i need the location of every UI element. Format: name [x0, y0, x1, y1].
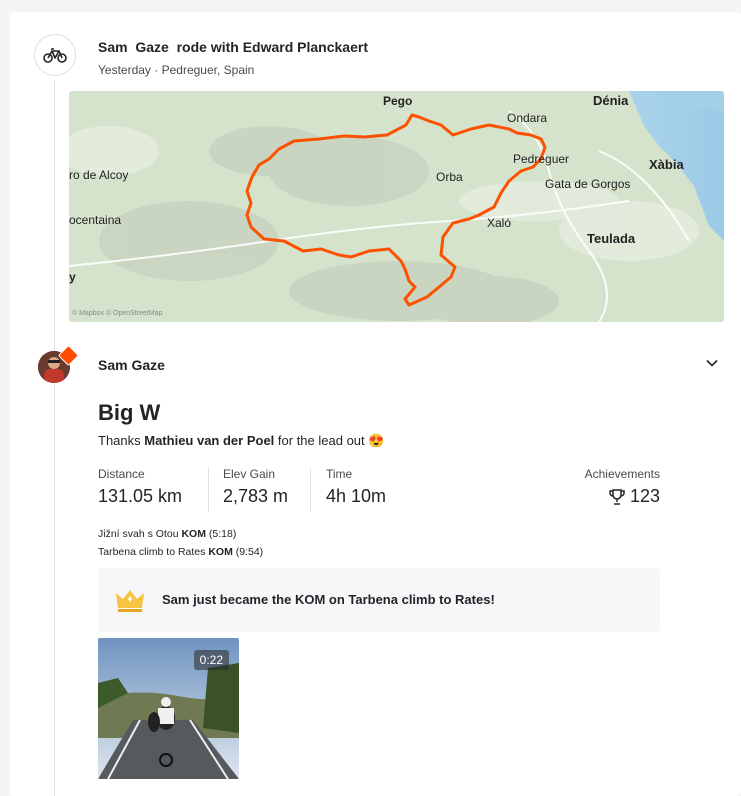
activity-description: Thanks Mathieu van der Poel for the lead… — [98, 433, 385, 448]
segment-achievement[interactable]: Tarbena climb to Rates KOM (9:54) — [98, 546, 263, 558]
map-label: Dénia — [593, 93, 629, 108]
map-label: Pedreguer — [513, 152, 569, 166]
group-title[interactable]: Sam Gaze rode with Edward Planckaert — [98, 39, 368, 55]
kom-banner-text: Sam just became the KOM on Tarbena climb… — [162, 592, 495, 607]
map-label: Ondara — [507, 111, 547, 125]
trophy-icon — [609, 488, 625, 505]
map-label: ro de Alcoy — [69, 168, 128, 182]
mention-link[interactable]: Mathieu van der Poel — [144, 433, 274, 448]
stat-divider — [310, 468, 311, 512]
stat-elevation: Elev Gain 2,783 m — [223, 467, 289, 506]
video-duration: 0:22 — [193, 650, 229, 670]
athlete-name[interactable]: Sam Gaze — [98, 357, 165, 373]
stat-time: Time 4h 10m — [326, 467, 387, 506]
map-label: Orba — [436, 170, 463, 184]
stat-distance: Distance 131.05 km — [98, 467, 183, 506]
stat-divider — [208, 468, 209, 512]
activity-video[interactable]: 0:22 — [98, 638, 239, 779]
map-label: Xaló — [487, 216, 511, 230]
activity-title[interactable]: Big W — [98, 400, 160, 426]
map-label: y — [69, 270, 76, 284]
timeline-line — [54, 80, 55, 796]
map-label: ocentaina — [69, 213, 121, 227]
group-meta: Yesterday · Pedreguer, Spain — [98, 63, 255, 77]
map-attribution: © Mapbox © OpenStreetMap — [72, 309, 163, 317]
bike-icon — [43, 48, 67, 63]
crown-icon — [116, 590, 144, 612]
map-label: Pego — [383, 94, 412, 108]
map-label: Gata de Gorgos — [545, 177, 630, 191]
kom-banner[interactable]: Sam just became the KOM on Tarbena climb… — [98, 568, 660, 632]
route-map[interactable]: Pego Dénia Ondara Pedreguer Xàbia Orba G… — [69, 91, 724, 322]
map-label: Teulada — [587, 231, 636, 246]
map-label: Xàbia — [649, 157, 684, 172]
group-ride-avatar[interactable] — [34, 34, 76, 76]
chevron-down-icon[interactable] — [705, 356, 719, 370]
segment-achievement[interactable]: Jižní svah s Otou KOM (5:18) — [98, 528, 236, 540]
achievements[interactable]: Achievements 123 — [585, 467, 660, 507]
